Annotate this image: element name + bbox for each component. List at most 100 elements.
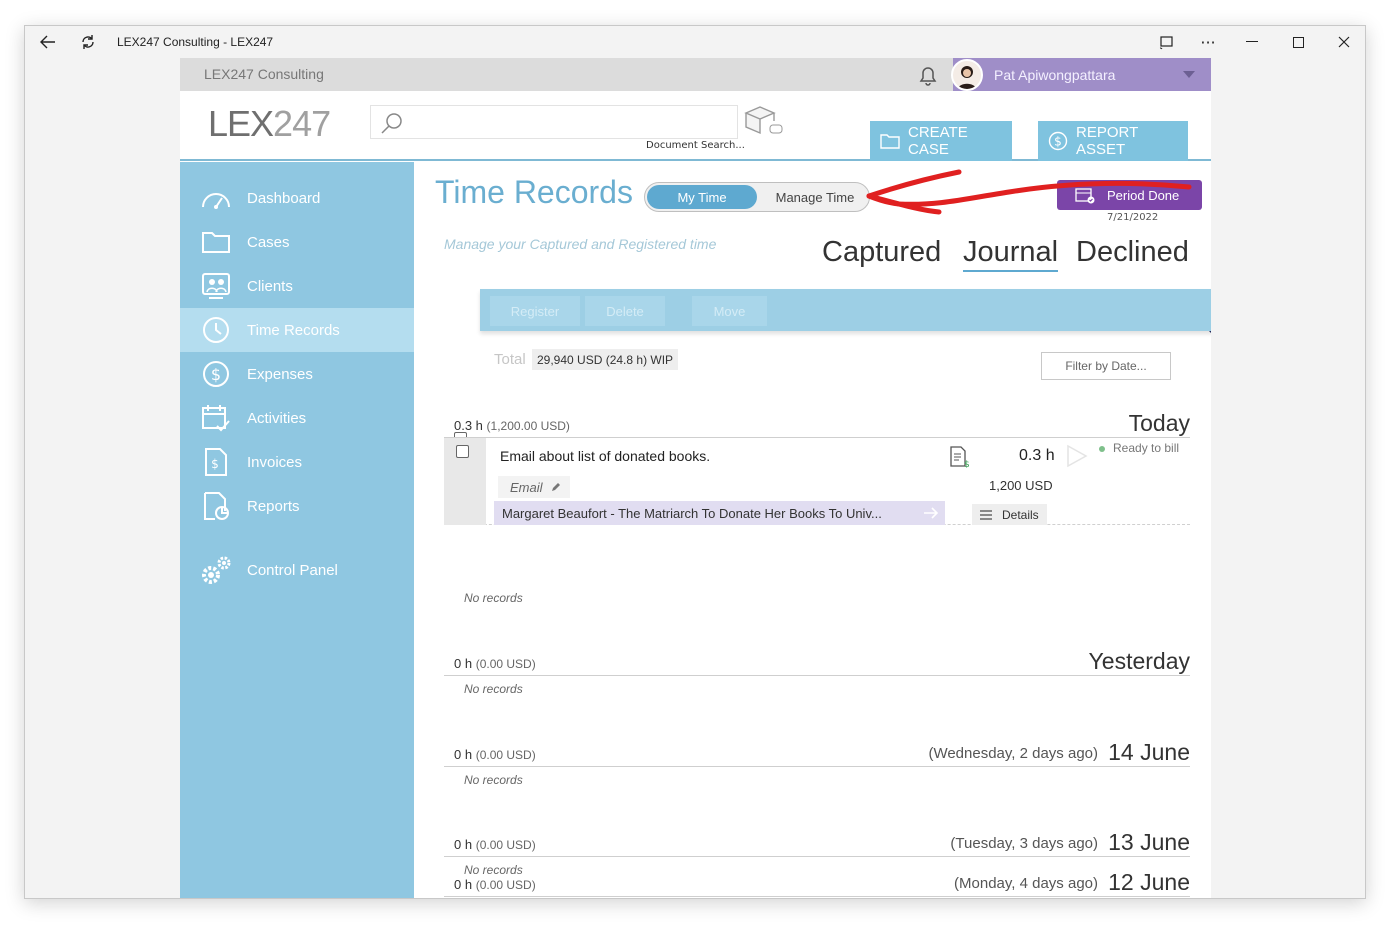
record-select-area [444, 438, 486, 525]
group-day: 12 June [1108, 869, 1190, 895]
folder-icon [200, 226, 232, 258]
create-case-button[interactable]: CREATE CASE [870, 121, 1012, 161]
svg-text:$: $ [211, 365, 221, 384]
package-search-icon[interactable] [740, 103, 784, 139]
logo: LEX247 [208, 103, 331, 144]
tab-declined[interactable]: Declined [1076, 236, 1189, 269]
avatar[interactable] [951, 59, 983, 91]
time-toggle[interactable]: My Time Manage Time [644, 182, 870, 212]
group-header: 0 h (0.00 USD) (Wednesday, 2 days ago) 1… [444, 739, 1190, 767]
record-status: Ready to bill [1099, 441, 1179, 455]
sidebar-item-activities[interactable]: Activities [180, 396, 414, 440]
group-relative-day: (Tuesday, 3 days ago) [950, 835, 1098, 852]
record-type[interactable]: Email [498, 476, 570, 498]
status-dot-icon [1099, 445, 1105, 452]
register-button[interactable]: Register [490, 296, 580, 326]
list-icon [980, 509, 992, 520]
record-amount: 1,200 USD [989, 478, 1053, 493]
company-name: LEX247 Consulting [204, 66, 324, 82]
manage-time-toggle[interactable]: Manage Time [763, 185, 867, 209]
filter-by-date-button[interactable]: Filter by Date... [1041, 352, 1171, 380]
no-records-text: No records [464, 591, 523, 605]
report-asset-button[interactable]: $ REPORT ASSET [1038, 121, 1188, 161]
sidebar-item-time-records[interactable]: Time Records [180, 308, 414, 352]
group-header: 0 h (0.00 USD) (Tuesday, 3 days ago) 13 … [444, 829, 1190, 857]
play-icon[interactable] [1066, 444, 1088, 468]
minimize-icon[interactable] [1237, 26, 1267, 58]
sidebar-item-control-panel[interactable]: Control Panel [180, 548, 414, 592]
user-name[interactable]: Pat Apiwongpattara [994, 67, 1115, 83]
app-content: LEX247 Consulting Pat Apiwongpattara LEX… [180, 58, 1211, 898]
title-bar: LEX247 Consulting - LEX247 ··· [25, 26, 1365, 58]
chevron-down-icon [1183, 71, 1195, 78]
sidebar-item-clients[interactable]: Clients [180, 264, 414, 308]
search-caption: Document Search... [646, 140, 745, 151]
total-value: 29,940 USD (24.8 h) WIP [532, 349, 679, 370]
document-search-input[interactable] [370, 105, 738, 139]
annotation-arrow-icon [866, 169, 1192, 215]
tab-journal[interactable]: Journal [963, 236, 1059, 272]
action-bar: Register Delete Move [480, 289, 1211, 331]
refresh-icon[interactable] [73, 26, 103, 58]
move-button[interactable]: Move [692, 296, 767, 326]
page-title: Time Records [435, 174, 633, 210]
tab-captured[interactable]: Captured [822, 236, 941, 269]
search-icon [379, 111, 405, 135]
sidebar-item-expenses[interactable]: $ Expenses [180, 352, 414, 396]
dollar-circle-icon: $ [1048, 131, 1068, 151]
svg-text:$: $ [1054, 135, 1062, 149]
cast-icon[interactable] [1151, 26, 1181, 58]
group-header: 0 h (0.00 USD) (Monday, 4 days ago) 12 J… [444, 869, 1190, 897]
group-usd: (0.00 USD) [475, 657, 536, 671]
record-description[interactable]: Email about list of donated books. [500, 448, 710, 464]
group-hours: 0 h [454, 747, 473, 762]
group-hours: 0 h [454, 656, 473, 671]
group-day: Yesterday [1088, 648, 1190, 674]
record-checkbox[interactable] [456, 445, 469, 458]
group-day: Today [1128, 410, 1190, 436]
sidebar: Dashboard Cases Clients Time Records $ E… [180, 162, 414, 898]
group-header: 0 h (0.00 USD) Yesterday [444, 648, 1190, 676]
delete-button[interactable]: Delete [585, 296, 665, 326]
sidebar-item-reports[interactable]: Reports [180, 484, 414, 528]
group-day: 14 June [1108, 739, 1190, 765]
group-usd: (0.00 USD) [475, 878, 536, 892]
more-options-icon[interactable]: ··· [1193, 26, 1223, 58]
no-records-text: No records [464, 682, 523, 696]
time-record-row[interactable]: Email about list of donated books. Email… [444, 438, 1190, 525]
sidebar-item-invoices[interactable]: $ Invoices [180, 440, 414, 484]
back-arrow-icon[interactable] [33, 26, 63, 58]
arrow-right-icon [923, 506, 939, 520]
window-title: LEX247 Consulting - LEX247 [117, 35, 274, 49]
group-relative-day: (Wednesday, 2 days ago) [928, 745, 1098, 762]
no-records-text: No records [464, 773, 523, 787]
header: LEX247 Document Search... CREATE CASE $ [180, 91, 1211, 161]
corner-marker [1209, 331, 1211, 344]
svg-text:$: $ [964, 460, 969, 468]
sidebar-item-dashboard[interactable]: Dashboard [180, 176, 414, 220]
page-subtitle: Manage your Captured and Registered time [444, 236, 717, 252]
gears-icon [200, 554, 232, 586]
folder-icon [880, 133, 900, 149]
details-button[interactable]: Details [972, 504, 1047, 525]
group-usd: (0.00 USD) [475, 748, 536, 762]
bell-icon[interactable] [916, 63, 940, 87]
invoice-icon: $ [200, 446, 232, 478]
group-usd: (1,200.00 USD) [486, 419, 570, 433]
main-content: Time Records My Time Manage Time Period … [414, 162, 1211, 898]
report-icon [200, 490, 232, 522]
maximize-icon[interactable] [1283, 26, 1313, 58]
my-time-toggle[interactable]: My Time [647, 185, 757, 209]
record-case-link[interactable]: Margaret Beaufort - The Matriarch To Don… [494, 501, 945, 525]
pencil-icon [551, 482, 561, 492]
group-day: 13 June [1108, 829, 1190, 855]
svg-text:$: $ [211, 457, 219, 471]
calendar-check-icon [200, 402, 232, 434]
top-bar: LEX247 Consulting Pat Apiwongpattara [180, 58, 1211, 91]
group-hours: 0 h [454, 837, 473, 852]
group-relative-day: (Monday, 4 days ago) [954, 875, 1098, 892]
close-icon[interactable] [1329, 26, 1359, 58]
invoice-doc-icon: $ [949, 446, 969, 468]
clock-icon [200, 314, 232, 346]
sidebar-item-cases[interactable]: Cases [180, 220, 414, 264]
